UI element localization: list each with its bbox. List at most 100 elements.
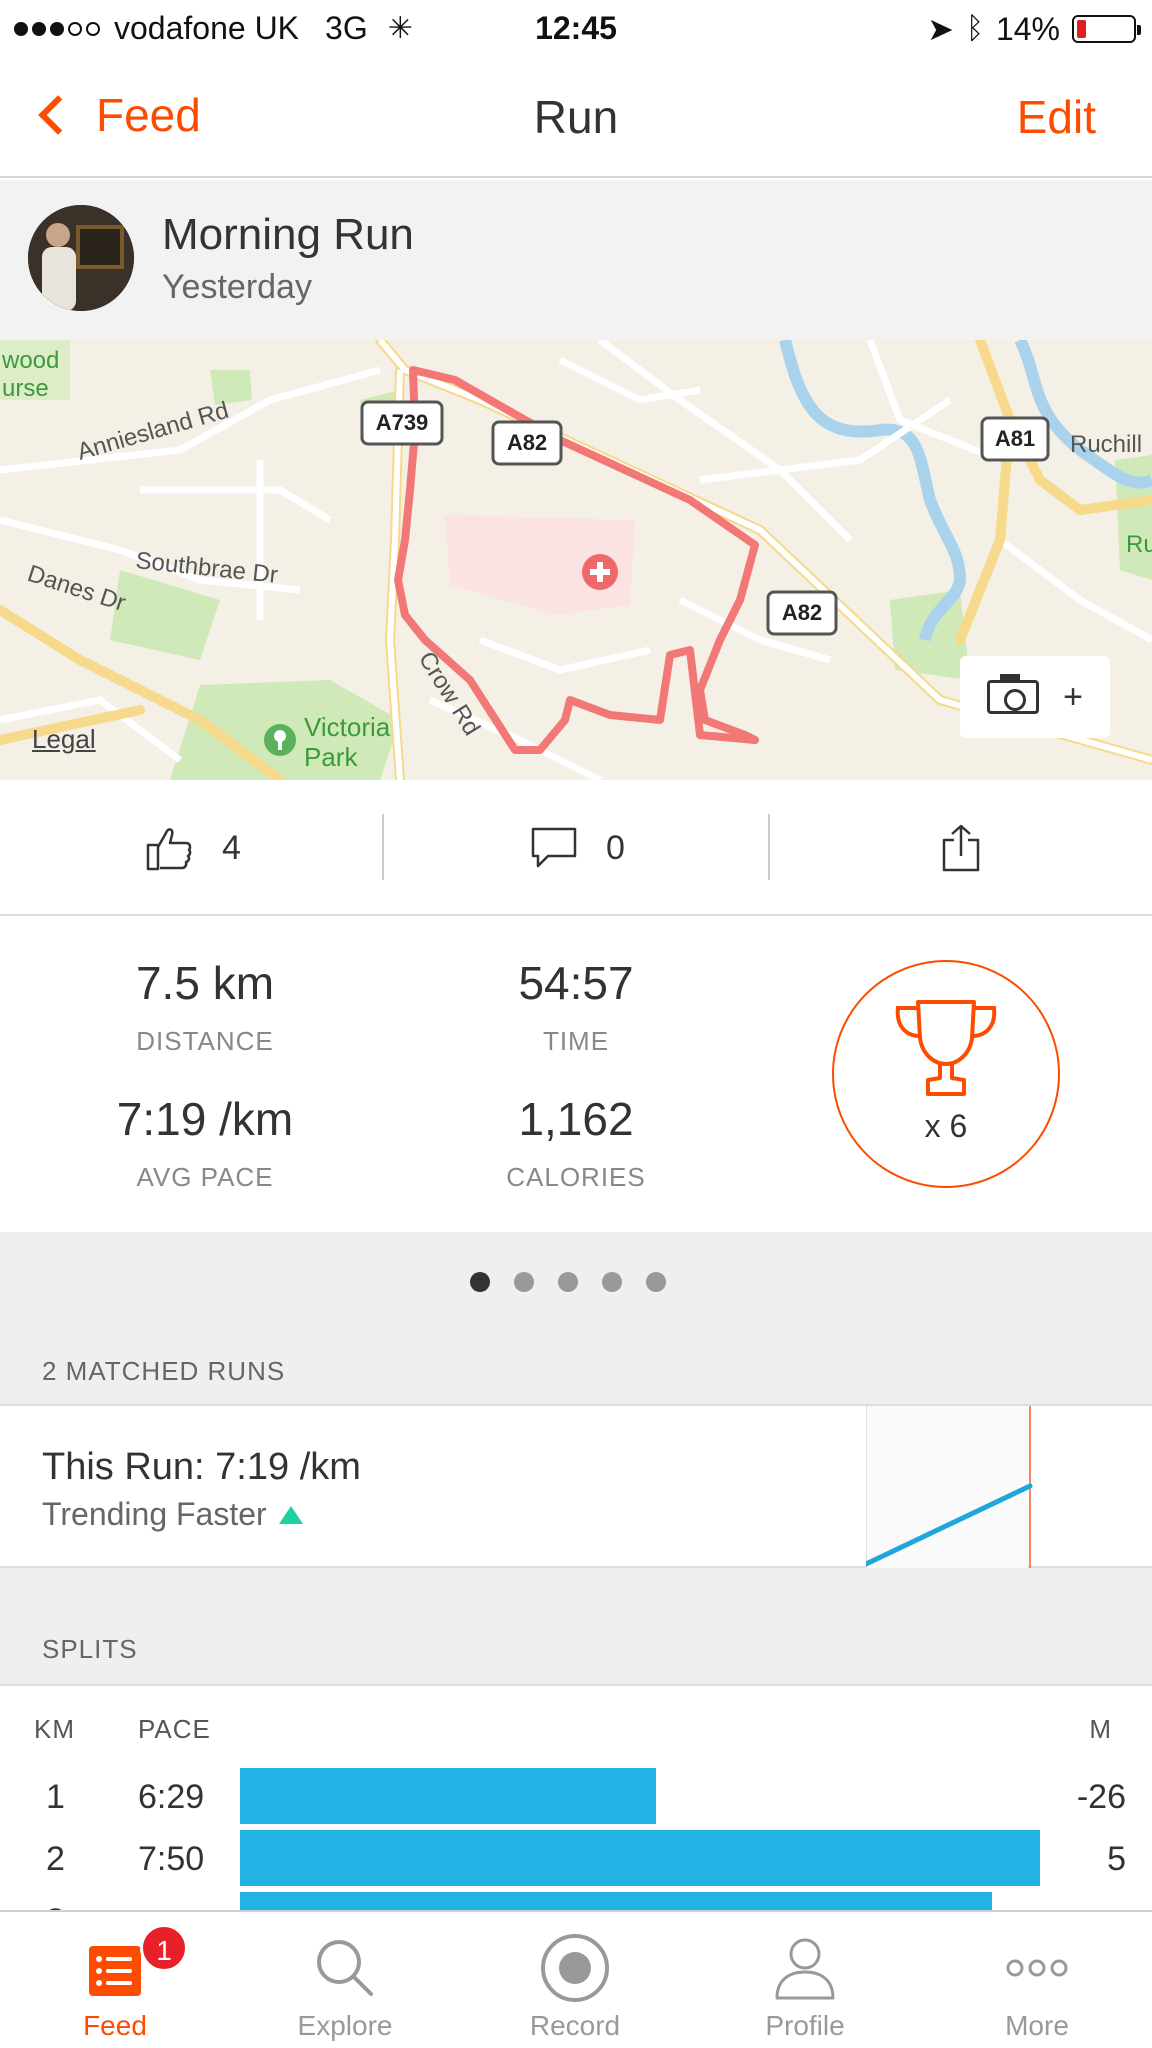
split-pace-bar [240,1768,656,1824]
split-pace-bar [240,1830,1040,1886]
distance-value: 7.5 km [135,957,275,1009]
camera-icon [987,674,1040,714]
stat-time: 54:57 TIME [426,956,726,1057]
stat-distance: 7.5 km DISTANCE [55,956,355,1057]
edit-button[interactable]: Edit [1017,90,1096,144]
tab-feed[interactable]: 1 Feed [0,1912,230,2048]
kudos-count: 4 [222,828,241,867]
park-label-park: Park [304,742,358,772]
time-value: 54:57 [518,957,634,1009]
share-button[interactable] [942,780,980,916]
trend-label: Trending Faster [42,1496,267,1532]
profile-icon [775,1938,835,2000]
matched-runs-trend-chart [866,1406,1033,1568]
tab-bar: 1 Feed Explore Record Profile More [0,1910,1152,2048]
page-dot[interactable] [470,1272,490,1292]
road-label-a82-right: A82 [782,600,822,625]
search-icon [317,1940,373,1996]
route-map[interactable]: A739 A82 A82 A81 Anniesland Rd Southbrae… [0,340,1152,780]
trophy-icon [895,1000,997,1096]
tab-explore[interactable]: Explore [230,1912,460,2048]
this-run-pace: This Run: 7:19 /km [42,1446,361,1488]
trend-text: Trending Faster [42,1496,303,1533]
achievements-count: x 6 [924,1108,968,1144]
split-elevation: -26 [1076,1778,1126,1816]
tab-profile[interactable]: Profile [690,1912,920,2048]
tab-label: Feed [83,2010,147,2041]
time-label: TIME [542,1026,610,1056]
status-right: ➤ ᛒ 14% [927,10,1141,48]
activity-date: Yesterday [162,268,312,306]
tab-label: Profile [765,2010,845,2041]
location-arrow-icon: ➤ [927,11,954,47]
splits-header: SPLITS [42,1634,138,1664]
split-row: 1 6:29 -26 [0,1768,1152,1826]
trend-up-icon [278,1505,303,1524]
battery-percent: 14% [995,10,1060,47]
matched-runs-card[interactable]: This Run: 7:19 /km Trending Faster [0,1404,1152,1568]
activity-header: Morning Run Yesterday [0,180,1152,340]
navigation-bar: Feed Run Edit [0,58,1152,178]
achievements-button[interactable]: x 6 [832,960,1060,1188]
page-dot[interactable] [646,1272,666,1292]
feed-notification-badge: 1 [140,1924,188,1972]
stat-avg-pace: 7:19 /km AVG PACE [55,1092,355,1193]
distance-label: DISTANCE [136,1026,274,1056]
splits-col-km: KM [34,1714,75,1744]
actions-divider [382,814,384,880]
split-km: 2 [46,1840,65,1878]
calories-value: 1,162 [518,1093,634,1145]
add-photo-plus: + [1063,677,1083,716]
tab-label: Explore [297,2010,393,2041]
map-label-urse: urse [2,375,49,402]
page-dot[interactable] [514,1272,534,1292]
tab-label: Record [529,2010,621,2041]
page-dot[interactable] [602,1272,622,1292]
more-icon [1006,1959,1068,1977]
page-title: Run [533,91,619,143]
road-label-a739: A739 [376,410,429,435]
split-pace: 7:50 [138,1840,205,1878]
stat-calories: 1,162 CALORIES [426,1092,726,1193]
athlete-avatar[interactable] [28,205,134,311]
splits-section-header: SPLITS [0,1568,1152,1684]
calories-label: CALORIES [506,1162,646,1192]
legal-link[interactable]: Legal [32,724,96,755]
comments-count: 0 [606,828,625,867]
street-label-ruchill: Ruchill [1070,431,1142,458]
map-label-wood: wood [1,347,59,374]
activity-stats: 7.5 km DISTANCE 54:57 TIME 7:19 /km AVG … [0,916,1152,1232]
stats-pager-section: 2 MATCHED RUNS [0,1232,1152,1404]
split-km: 1 [46,1778,65,1816]
social-actions-row: 4 0 [0,780,1152,916]
split-elevation: 5 [1107,1840,1126,1878]
splits-col-pace: PACE [138,1714,211,1744]
page-indicator[interactable] [470,1272,666,1292]
avg-pace-value: 7:19 /km [116,1093,294,1145]
tab-more[interactable]: More [922,1912,1152,2048]
comments-button[interactable]: 0 [530,780,625,916]
matched-runs-header: 2 MATCHED RUNS [42,1356,286,1386]
record-icon [541,1934,609,2002]
splits-table: KM PACE M 1 6:29 -26 2 7:50 5 3 [0,1684,1152,1912]
park-label-victoria: Victoria [304,712,391,742]
kudos-button[interactable]: 4 [144,780,241,916]
thumbs-up-icon [146,828,192,871]
road-label-a81: A81 [995,426,1035,451]
actions-divider [768,814,770,880]
status-bar: vodafone UK 3G ✳ 12:45 ➤ ᛒ 14% [0,0,1152,58]
bluetooth-icon: ᛒ [965,12,984,45]
activity-title[interactable]: Morning Run [162,210,414,260]
add-photo-button[interactable]: + [960,656,1110,738]
battery-icon [1072,15,1141,43]
tab-label: More [1005,2010,1069,2041]
tab-record[interactable]: Record [460,1912,690,2048]
comment-icon [531,827,577,868]
map-label-ru: Ru [1126,531,1152,558]
road-label-a82-top: A82 [507,430,547,455]
page-dot[interactable] [558,1272,578,1292]
share-icon [942,824,980,872]
split-row: 3 [0,1892,1152,1912]
avg-pace-label: AVG PACE [136,1162,274,1192]
split-pace: 6:29 [138,1778,205,1816]
